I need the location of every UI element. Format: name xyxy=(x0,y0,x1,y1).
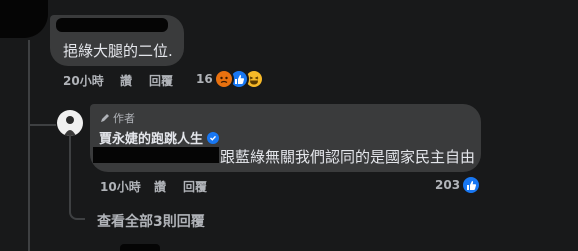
thread-line-left xyxy=(28,40,30,251)
like-button[interactable]: 讚 xyxy=(120,72,132,89)
comment-bubble-2: 作者 賈永婕的跑跳人生 跟藍綠無關我們認同的是國家民主自由 xyxy=(90,104,481,172)
author-badge: 作者 xyxy=(99,110,135,126)
reply-button[interactable]: 回覆 xyxy=(149,72,173,89)
avatar[interactable] xyxy=(57,110,83,136)
reaction-count: 16 xyxy=(196,72,213,86)
avatar-person-icon xyxy=(64,116,76,136)
redacted-next-item xyxy=(120,244,160,251)
verified-badge-icon xyxy=(207,131,220,144)
redacted-avatar xyxy=(0,0,48,38)
pencil-icon xyxy=(101,114,109,122)
reaction-summary[interactable]: 16 xyxy=(196,69,264,89)
author-row: 賈永婕的跑跳人生 xyxy=(99,128,220,147)
thread-connector-view-more xyxy=(69,200,85,220)
reaction-count: 203 xyxy=(435,178,461,192)
view-more-replies[interactable]: 查看全部3則回覆 xyxy=(97,211,205,231)
like-reaction-icon xyxy=(461,175,482,195)
author-name[interactable]: 賈永婕的跑跳人生 xyxy=(99,128,203,147)
comment-text: 挹綠大腿的二位. xyxy=(63,42,173,60)
comment-time[interactable]: 20小時 xyxy=(63,72,104,89)
comment-time[interactable]: 10小時 xyxy=(100,178,141,195)
author-badge-label: 作者 xyxy=(113,112,135,125)
thread-connector-reply xyxy=(30,110,56,126)
redacted-text xyxy=(93,147,219,163)
comment-bubble-1: 挹綠大腿的二位. xyxy=(50,15,184,66)
comment-text: 跟藍綠無關我們認同的是國家民主自由 xyxy=(220,148,476,166)
angry-reaction-icon xyxy=(213,69,234,89)
reaction-summary[interactable]: 203 xyxy=(435,175,482,195)
like-button[interactable]: 讚 xyxy=(154,178,166,195)
reply-button[interactable]: 回覆 xyxy=(183,178,207,195)
redacted-author-name xyxy=(56,18,168,32)
